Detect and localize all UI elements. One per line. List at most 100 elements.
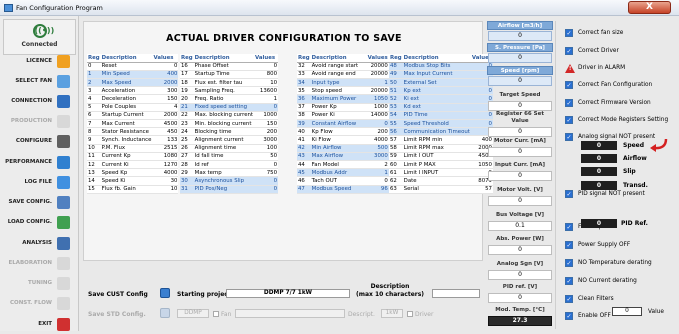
table-row[interactable]: 16 Phase Offset 0 — [180, 62, 279, 71]
table-row[interactable]: 6 Startup Current 2000 — [87, 111, 179, 121]
table-row[interactable]: 44 Fan Model 2 — [297, 160, 389, 170]
table-row[interactable]: 48Modbus Stop Bits0 — [389, 62, 493, 71]
close-button[interactable]: X — [628, 1, 671, 14]
cell-val: 1 — [254, 94, 279, 104]
sidebar-item-analysis[interactable]: ANALYSIS — [3, 234, 76, 253]
cell-desc: Avoid range start — [310, 62, 367, 71]
table-row[interactable]: 10 P.M. Flux 2515 — [87, 144, 179, 153]
column-header-reg: Reg — [297, 54, 311, 63]
table-row[interactable]: 15 Flux fb. Gain 10 — [87, 185, 179, 194]
table-row[interactable]: 33 Avoid range end 20000 — [297, 70, 389, 80]
table-row[interactable]: 40 Kp Flow 200 — [297, 127, 389, 137]
table-row[interactable]: 32 Avoid range start 20000 — [297, 62, 389, 71]
std-power-field[interactable]: 1kW — [381, 309, 403, 318]
table-row[interactable]: 7 Max Current 4500 — [87, 119, 179, 129]
table-row[interactable]: 2 Max Speed 2000 — [87, 78, 179, 88]
table-row[interactable]: 26 Alignment time 100 — [180, 144, 279, 153]
table-row[interactable]: 43 Max Airflow 3000 — [297, 152, 389, 161]
table-row[interactable]: 49Max Input Current0 — [389, 70, 493, 80]
table-row[interactable]: 39 Constant Airflow 0 — [297, 119, 389, 129]
status-label: Correct Fan Configuration — [578, 82, 653, 88]
sidebar-item-license[interactable]: LICENCE — [3, 52, 76, 71]
sidebar-item-configure[interactable]: CONFIGURE — [3, 132, 76, 151]
table-row[interactable]: 51 Kp ext 0 — [389, 86, 493, 96]
table-row[interactable]: 14 Speed Ki 30 — [87, 176, 179, 186]
table-row[interactable]: 46 Tach OUT 0 — [297, 176, 389, 186]
sidebar-item-tuning[interactable]: TUNING — [3, 274, 76, 293]
table-row[interactable]: 37 Power Kp 1000 — [297, 103, 389, 112]
sidebar-item-log-file[interactable]: LOG FILE — [3, 173, 76, 192]
table-row[interactable]: 11 Current Kp 1080 — [87, 152, 179, 161]
analog-transd--value: 0 — [581, 181, 617, 190]
table-row[interactable]: 34 Input type 1 — [297, 78, 389, 88]
table-row[interactable]: 42 Min Airflow 500 — [297, 144, 389, 153]
table-row[interactable]: 63 Serial 57 — [389, 185, 493, 194]
table-row[interactable]: 4 Deceleration 150 — [87, 94, 179, 104]
table-row[interactable]: 38 Power Ki 14000 — [297, 111, 389, 121]
table-row[interactable]: 54 PID Time 0 — [389, 111, 493, 121]
table-row[interactable]: 50External Set0 — [389, 78, 493, 88]
table-row[interactable]: 8 Stator Resistance 450 — [87, 127, 179, 137]
table-row[interactable]: 45 Modbus Addr 1 — [297, 168, 389, 178]
table-row[interactable]: 36 Maximum Power 1050 — [297, 94, 389, 104]
table-row[interactable]: 53Kd ext0 — [389, 103, 493, 112]
table-row[interactable]: 9 Synch. Inductance 133 — [87, 135, 179, 145]
table-row[interactable]: 17 Startup Time 800 — [180, 70, 279, 80]
save-std-button[interactable] — [160, 308, 170, 318]
table-row[interactable]: 5 Pole Couples 4 — [87, 103, 179, 112]
sidebar-item-const-flow[interactable]: CONST. FLOW — [3, 294, 76, 313]
table-row[interactable]: 61Limit I INPUT0 — [389, 168, 493, 178]
sidebar-item-save-config[interactable]: SAVE CONFIG. — [3, 193, 76, 212]
table-row[interactable]: 60 Limit P MAX 1050 — [389, 160, 493, 170]
table-row[interactable]: 27 Id fall time 50 — [180, 152, 279, 161]
table-row[interactable]: 25 Alignment current 3000 — [180, 135, 279, 145]
table-row[interactable]: 57 Limit RPM min 400 — [389, 135, 493, 145]
table-row[interactable]: 18 Flux est. filter tau 10 — [180, 78, 279, 88]
table-row[interactable]: 47 Modbus Speed 96 — [297, 185, 389, 194]
table-row[interactable]: 59 Limit I OUT 4500 — [389, 152, 493, 161]
description-input[interactable] — [432, 289, 480, 298]
table-row[interactable]: 23 Min. blocking current 150 — [180, 119, 279, 129]
std-fan-checkbox[interactable] — [213, 311, 219, 317]
save-cust-button[interactable] — [160, 288, 170, 298]
table-row[interactable]: 22 Max. blocking current 1000 — [180, 111, 279, 121]
table-row[interactable]: 20 Freq. Ratio 1 — [180, 94, 279, 104]
table-row[interactable]: 1 Min Speed 400 — [87, 70, 179, 80]
table-row[interactable]: 62 Date 8079 — [389, 176, 493, 186]
std-fan-field[interactable] — [235, 309, 345, 318]
enable-value-field[interactable]: 0 — [612, 307, 642, 316]
sidebar-item-production[interactable]: PRODUCTION — [3, 112, 76, 131]
table-row[interactable]: 56Communication Timeout0 — [389, 127, 493, 137]
table-row[interactable]: 0 Reset 0 — [87, 62, 179, 71]
sidebar-item-exit[interactable]: EXIT — [3, 315, 76, 334]
table-row[interactable]: 52 Ki ext 0 — [389, 94, 493, 104]
sidebar-item-connection[interactable]: CONNECTION — [3, 92, 76, 111]
table-row[interactable]: 55 Speed Threshold 0 — [389, 119, 493, 129]
cell-val: 1 — [366, 78, 389, 88]
std-driver-checkbox[interactable] — [407, 311, 413, 317]
table-row[interactable]: 3 Acceleration 300 — [87, 86, 179, 96]
table-row[interactable]: 35 Stop speed 20000 — [297, 86, 389, 96]
table-row[interactable]: 12 Current Ki 1270 — [87, 160, 179, 170]
sidebar-item-performance[interactable]: PERFORMANCE — [3, 153, 76, 172]
table-row[interactable]: 29 Max temp 750 — [180, 168, 279, 178]
starting-project-field[interactable]: DDMP 7/7 1kW — [226, 289, 350, 298]
table-row[interactable]: 58 Limit RPM max 2000 — [389, 144, 493, 153]
table-row[interactable]: 31 PID Pos/Neg 0 — [180, 185, 279, 194]
cell-desc: Deceleration — [100, 94, 153, 104]
table-row[interactable]: 24 Blocking time 200 — [180, 127, 279, 137]
cell-val: 4 — [152, 103, 179, 112]
table-row[interactable]: 13 Speed Kp 4000 — [87, 168, 179, 178]
table-row[interactable]: 30 Asynchronous Slip 0 — [180, 176, 279, 186]
sidebar-item-load-config[interactable]: LOAD CONFIG. — [3, 213, 76, 232]
check-icon: ✓ — [565, 99, 573, 107]
sidebar-item-elaboration[interactable]: ELABORATION — [3, 254, 76, 273]
table-row[interactable]: 19 Sampling Freq. 13600 — [180, 86, 279, 96]
cell-reg: 37 — [297, 103, 311, 112]
sidebar-item-select-fan[interactable]: SELECT FAN — [3, 72, 76, 91]
table-row[interactable]: 21 Fixed speed setting 0 — [180, 103, 279, 112]
table-row[interactable]: 28 Id ref 0 — [180, 160, 279, 170]
cell-val: 4500 — [152, 119, 179, 129]
table-row[interactable]: 41 Ki Flow 4000 — [297, 135, 389, 145]
std-model-field[interactable]: DDMP — [177, 309, 209, 318]
